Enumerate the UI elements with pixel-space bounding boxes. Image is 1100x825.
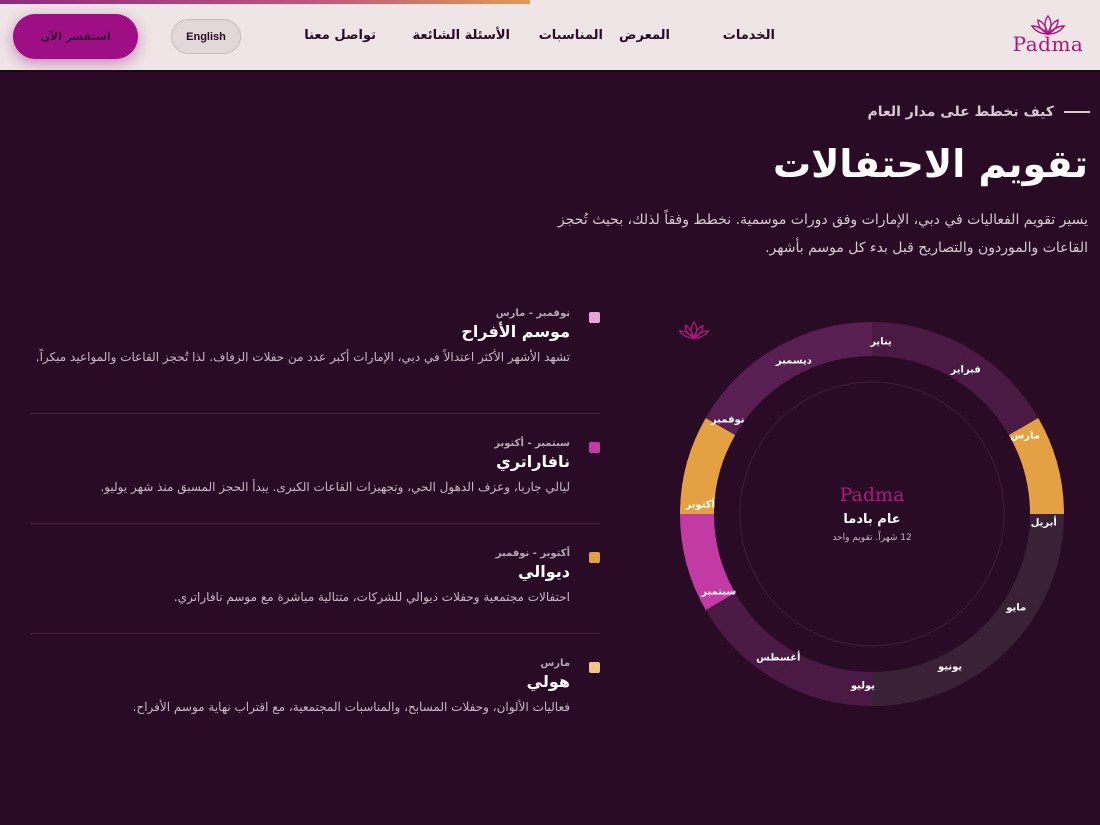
padma-logo[interactable]: Padma [1008, 14, 1088, 60]
nav-occasions[interactable]: المناسبات [539, 28, 603, 43]
season-range: أكتوبر - نوفمبر [495, 548, 570, 559]
center-title: عام بادما [843, 511, 901, 527]
section-eyebrow: كيف نخطط على مدار العام [867, 104, 1090, 120]
season-name: هولي [526, 672, 570, 691]
divider [30, 633, 600, 634]
season-range: مارس [540, 658, 570, 669]
lotus-icon [678, 321, 710, 340]
eyebrow-text: كيف نخطط على مدار العام [867, 104, 1054, 120]
season-item-navratri: سبتمبر - أكتوبر نافاراتري ليالي جاربا، و… [30, 438, 600, 499]
wheel-center: Padma عام بادما 12 شهراً. تقويم واحد [678, 320, 1066, 708]
season-description: تشهد الأشهر الأكثر اعتدالاً في دبي، الإم… [35, 350, 570, 364]
page-title: تقويم الاحتفالات [772, 142, 1088, 186]
center-subtitle: 12 شهراً. تقويم واحد [832, 532, 912, 543]
nav-gallery[interactable]: المعرض [619, 28, 670, 43]
season-description: ليالي جاربا، وعزف الدهول الحي، وتجهيزات … [100, 480, 570, 494]
section-lead: يسير تقويم الفعاليات في دبي، الإمارات وف… [558, 212, 1088, 256]
divider [30, 523, 600, 524]
season-range: نوفمبر - مارس [495, 308, 570, 319]
nav-contact[interactable]: تواصل معنا [304, 28, 376, 43]
seasonal-calendar-wheel: يناير فبراير مارس أبريل مايو يونيو يوليو أغسطس س… [678, 320, 1066, 708]
season-name: موسم الأفراح [461, 322, 570, 341]
season-range: سبتمبر - أكتوبر [494, 438, 570, 449]
logo-wordmark: Padma [1012, 32, 1084, 56]
nav-faq[interactable]: الأسئلة الشائعة [413, 28, 511, 43]
season-description: فعاليات الألوان، وحفلات المسابح، والمناس… [132, 700, 570, 714]
season-item-weddings: نوفمبر - مارس موسم الأفراح تشهد الأشهر ا… [30, 308, 600, 369]
season-name: نافاراتري [496, 452, 570, 471]
center-wordmark: Padma [839, 483, 905, 506]
season-item-holi: مارس هولي فعاليات الألوان، وحفلات المساب… [30, 658, 600, 719]
language-toggle-button[interactable]: English [171, 19, 241, 54]
season-color-swatch [589, 312, 600, 323]
top-navigation-bar: Padma الخدمات المعرض المناسبات الأسئلة ا… [0, 0, 1100, 72]
inquire-now-button[interactable]: استفسر الآن [13, 14, 138, 59]
season-color-swatch [589, 662, 600, 673]
season-item-diwali: أكتوبر - نوفمبر ديوالي احتفالات مجتمعية … [30, 548, 600, 609]
eyebrow-line [1064, 111, 1090, 113]
season-color-swatch [589, 552, 600, 563]
nav-services[interactable]: الخدمات [723, 28, 775, 43]
divider [30, 413, 600, 414]
main-nav: الخدمات المعرض المناسبات الأسئلة الشائعة… [280, 0, 775, 72]
season-name: ديوالي [518, 562, 570, 581]
season-description: احتفالات مجتمعية وحفلات ديوالي للشركات، … [173, 590, 570, 604]
season-color-swatch [589, 442, 600, 453]
